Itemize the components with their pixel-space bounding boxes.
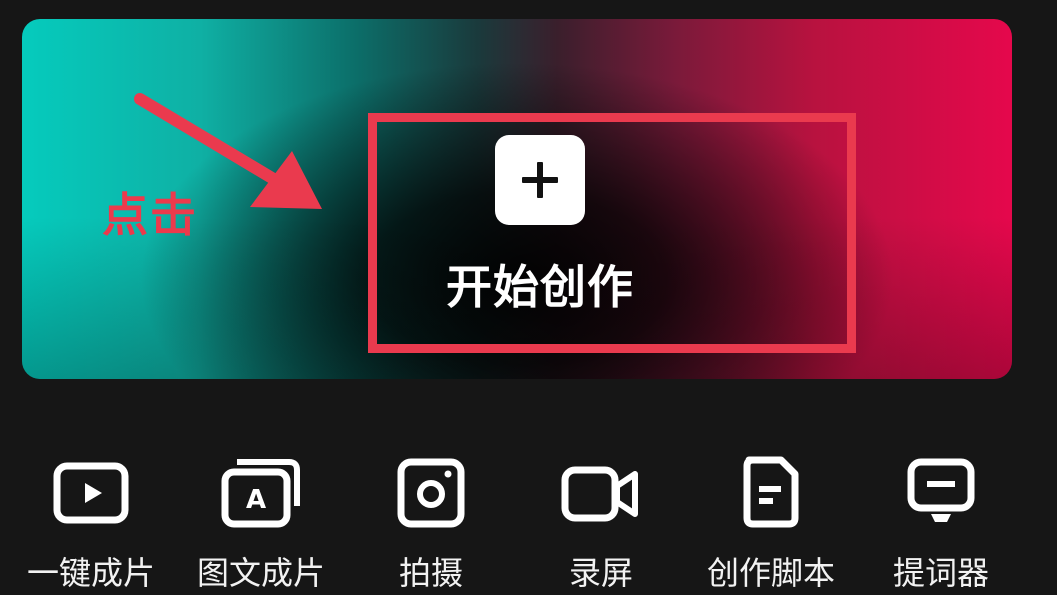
home-screen: 点击 开始创作 一键成片 A 图文成片 拍摄 录屏 创作脚本 提词器 [0, 0, 1057, 595]
tool-shoot[interactable]: 拍摄 [356, 450, 506, 595]
tool-label: 图文成片 [196, 554, 325, 592]
teleprompter-icon [907, 458, 975, 522]
plus-icon[interactable] [495, 135, 585, 225]
start-creation-label: 开始创作 [446, 260, 634, 314]
tool-label: 创作脚本 [706, 554, 835, 592]
text-to-video-icon: A [221, 459, 300, 528]
tool-creation-script[interactable]: 创作脚本 [696, 450, 846, 595]
play-video-icon [53, 462, 129, 524]
start-creation-button[interactable]: 开始创作 [432, 129, 642, 319]
annotation-click-text: 点击 [102, 188, 198, 242]
tool-label: 录屏 [568, 554, 633, 592]
tool-text-to-video[interactable]: A 图文成片 [186, 450, 336, 595]
create-banner: 点击 开始创作 [22, 19, 1012, 379]
svg-text:A: A [246, 485, 266, 515]
tool-label: 一键成片 [26, 554, 155, 592]
tool-teleprompter[interactable]: 提词器 [866, 450, 1016, 595]
tool-label: 提词器 [892, 554, 989, 592]
tool-label: 拍摄 [398, 554, 463, 592]
tool-screen-record[interactable]: 录屏 [526, 450, 676, 595]
screen-record-icon [561, 466, 638, 522]
script-document-icon [743, 456, 799, 528]
camera-icon [397, 458, 465, 528]
tool-one-click-video[interactable]: 一键成片 [16, 450, 166, 595]
